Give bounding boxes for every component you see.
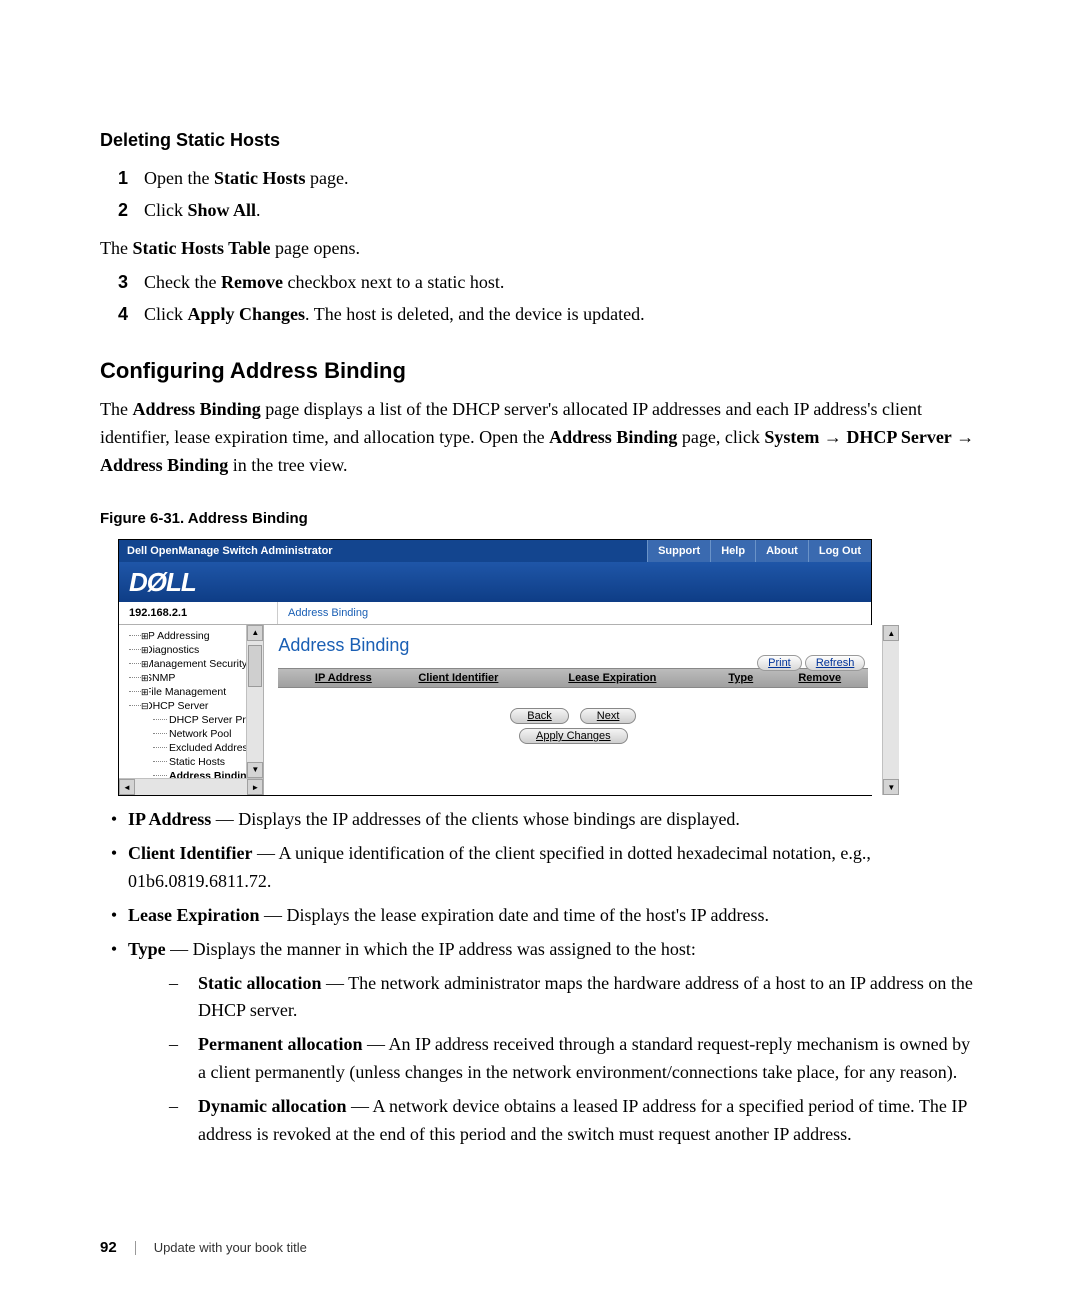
sub-list-item: –Permanent allocation — An IP address re… <box>128 1031 980 1087</box>
tree-item[interactable]: SNMP <box>123 671 263 685</box>
topbar-link-help[interactable]: Help <box>710 540 755 562</box>
step-4: 4Click Apply Changes. The host is delete… <box>100 301 980 329</box>
tree-item[interactable]: Network Pool <box>123 727 263 741</box>
topbar-link-logout[interactable]: Log Out <box>808 540 871 562</box>
document-page: Deleting Static Hosts 1Open the Static H… <box>0 0 1080 1155</box>
col-ip-address[interactable]: IP Address <box>278 672 408 684</box>
sub-list: –Static allocation — The network adminis… <box>128 970 980 1149</box>
col-remove[interactable]: Remove <box>788 672 868 684</box>
dash-icon: – <box>128 1093 198 1149</box>
col-client-identifier[interactable]: Client Identifier <box>408 672 558 684</box>
ui-topbar: Dell OpenManage Switch Administrator Sup… <box>119 540 871 562</box>
scroll-down-icon[interactable]: ▼ <box>883 779 899 795</box>
field-description-list: •IP Address — Displays the IP addresses … <box>100 806 980 1155</box>
tree-item[interactable]: IP Addressing <box>123 629 263 643</box>
tree-item[interactable]: DHCP Server Prope <box>123 713 263 727</box>
back-button[interactable]: Back <box>510 708 568 724</box>
bullet-icon: • <box>100 902 128 930</box>
nav-tree-panel: IP AddressingDiagnosticsManagement Secur… <box>119 625 264 795</box>
steps-list-1: 1Open the Static Hosts page. 2Click Show… <box>100 165 980 225</box>
print-link[interactable]: Print <box>757 655 802 671</box>
topbar-link-about[interactable]: About <box>755 540 808 562</box>
steps-list-2: 3Check the Remove checkbox next to a sta… <box>100 269 980 329</box>
col-type[interactable]: Type <box>718 672 788 684</box>
step-1: 1Open the Static Hosts page. <box>100 165 980 193</box>
table-header-row: IP Address Client Identifier Lease Expir… <box>278 668 868 688</box>
scroll-right-icon[interactable]: ► <box>247 779 263 795</box>
topbar-link-support[interactable]: Support <box>647 540 710 562</box>
main-panel-title: Address Binding <box>278 635 868 656</box>
ui-window-title: Dell OpenManage Switch Administrator <box>119 545 647 557</box>
col-lease-expiration[interactable]: Lease Expiration <box>558 672 718 684</box>
scroll-down-icon[interactable]: ▼ <box>247 762 263 778</box>
ui-main-panel: Address Binding Print Refresh IP Address… <box>264 625 899 795</box>
bullet-icon: • <box>100 936 128 1155</box>
step-3: 3Check the Remove checkbox next to a sta… <box>100 269 980 297</box>
page-number: 92 <box>100 1239 117 1256</box>
book-title: Update with your book title <box>154 1240 307 1255</box>
device-ip: 192.168.2.1 <box>119 602 278 624</box>
heading-deleting-static-hosts: Deleting Static Hosts <box>100 130 980 151</box>
list-item: •IP Address — Displays the IP addresses … <box>100 806 980 834</box>
list-item: •Type — Displays the manner in which the… <box>100 936 980 1155</box>
tree-item[interactable]: Management Security <box>123 657 263 671</box>
tree-item[interactable]: Address Binding <box>123 769 263 778</box>
main-action-links: Print Refresh <box>757 655 865 671</box>
breadcrumb: Address Binding <box>278 602 378 624</box>
section2-paragraph: The Address Binding page displays a list… <box>100 396 980 480</box>
step-2: 2Click Show All. <box>100 197 980 225</box>
tree-item[interactable]: Diagnostics <box>123 643 263 657</box>
tree-scrollbar-horizontal[interactable]: ◄ ► <box>119 778 263 795</box>
dash-icon: – <box>128 1031 198 1087</box>
tree-item[interactable]: Excluded Addresse <box>123 741 263 755</box>
page-footer: 92 Update with your book title <box>100 1239 307 1256</box>
scroll-left-icon[interactable]: ◄ <box>119 779 135 795</box>
tree-item[interactable]: File Management <box>123 685 263 699</box>
tree-item[interactable]: DHCP Server <box>123 699 263 713</box>
dash-icon: – <box>128 970 198 1026</box>
heading-configuring-address-binding: Configuring Address Binding <box>100 358 980 384</box>
ui-screenshot: Dell OpenManage Switch Administrator Sup… <box>118 539 872 796</box>
scroll-thumb[interactable] <box>248 645 262 687</box>
bullet-icon: • <box>100 840 128 896</box>
footer-separator <box>135 1241 136 1255</box>
bullet-icon: • <box>100 806 128 834</box>
nav-tree[interactable]: IP AddressingDiagnosticsManagement Secur… <box>119 625 263 778</box>
main-scrollbar-vertical[interactable]: ▲ ▼ <box>882 625 899 795</box>
list-item: •Lease Expiration — Displays the lease e… <box>100 902 980 930</box>
button-row: Back Next Apply Changes <box>278 706 868 746</box>
apply-changes-button[interactable]: Apply Changes <box>519 728 628 744</box>
interstitial-text: The Static Hosts Table page opens. <box>100 235 980 263</box>
next-button[interactable]: Next <box>580 708 637 724</box>
sub-list-item: –Static allocation — The network adminis… <box>128 970 980 1026</box>
figure-caption: Figure 6-31. Address Binding <box>100 510 980 527</box>
tree-item[interactable]: Static Hosts <box>123 755 263 769</box>
scroll-up-icon[interactable]: ▲ <box>883 625 899 641</box>
ui-breadcrumb-bar: 192.168.2.1 Address Binding <box>119 602 871 625</box>
ui-brandbar: DØLL <box>119 562 871 602</box>
sub-list-item: –Dynamic allocation — A network device o… <box>128 1093 980 1149</box>
dell-logo: DØLL <box>129 567 196 598</box>
ui-body: IP AddressingDiagnosticsManagement Secur… <box>119 625 871 795</box>
list-item: •Client Identifier — A unique identifica… <box>100 840 980 896</box>
refresh-link[interactable]: Refresh <box>805 655 866 671</box>
scroll-up-icon[interactable]: ▲ <box>247 625 263 641</box>
tree-scrollbar-vertical[interactable]: ▲ ▼ <box>246 625 263 778</box>
